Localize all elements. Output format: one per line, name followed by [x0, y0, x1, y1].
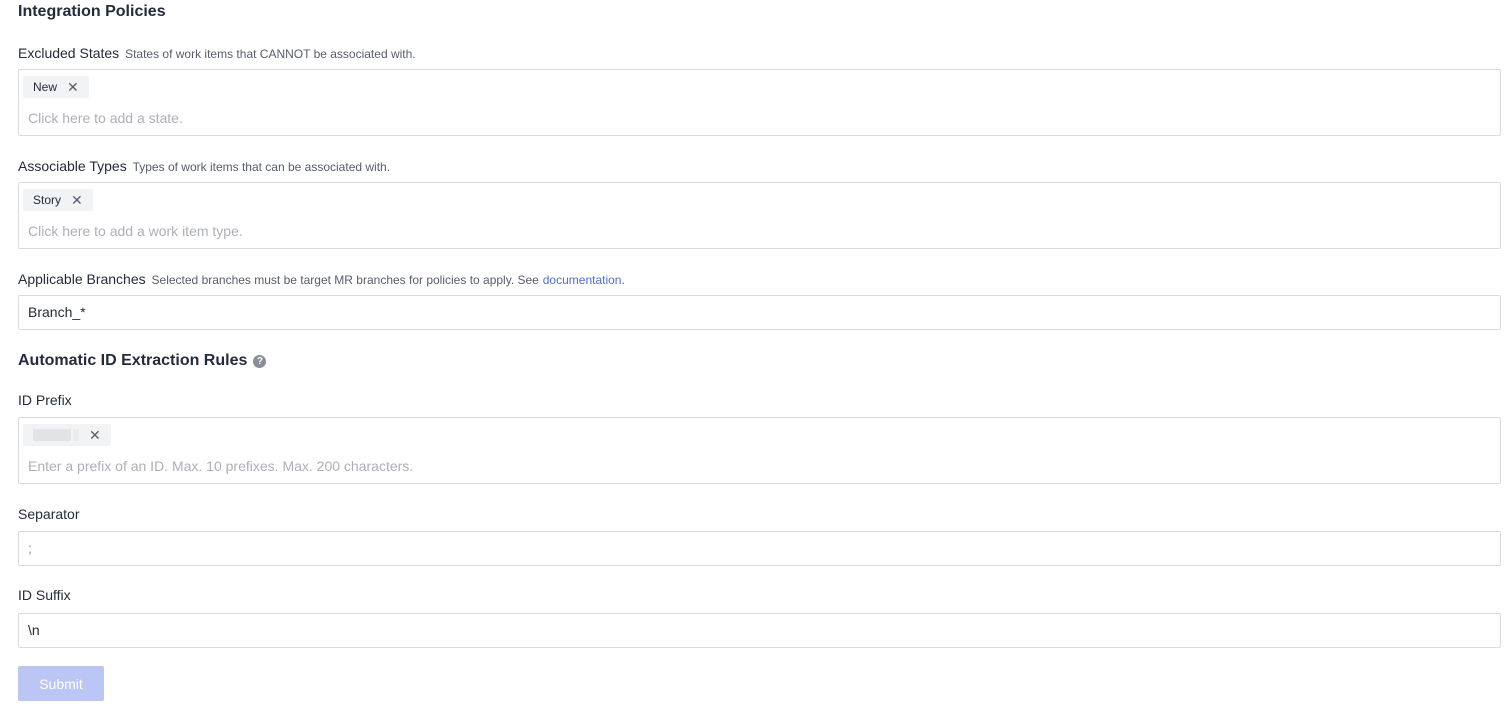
- id-suffix-label: ID Suffix: [18, 587, 71, 603]
- id-prefix-label: ID Prefix: [18, 392, 72, 408]
- associable-types-label-text: Associable Types: [18, 158, 127, 174]
- excluded-states-hint: States of work items that CANNOT be asso…: [125, 47, 416, 61]
- associable-types-label: Associable Types Types of work items tha…: [18, 158, 390, 174]
- page-title: Integration Policies: [18, 3, 166, 20]
- documentation-link[interactable]: documentation: [543, 273, 622, 287]
- excluded-states-label: Excluded States States of work items tha…: [18, 45, 416, 61]
- separator-label: Separator: [18, 506, 80, 522]
- associable-types-hint: Types of work items that can be associat…: [132, 160, 391, 174]
- redacted-tag-value-end: [73, 429, 79, 441]
- close-icon[interactable]: ✕: [71, 192, 83, 209]
- id-suffix-input[interactable]: \n: [18, 613, 1501, 648]
- id-prefix-field[interactable]: ✕ Enter a prefix of an ID. Max. 10 prefi…: [18, 417, 1501, 484]
- associable-types-field[interactable]: Story ✕ Click here to add a work item ty…: [18, 182, 1501, 249]
- applicable-branches-label: Applicable Branches Selected branches mu…: [18, 271, 625, 287]
- close-icon[interactable]: ✕: [67, 79, 79, 96]
- submit-button[interactable]: Submit: [18, 666, 104, 701]
- applicable-branches-hint-end: .: [621, 273, 625, 287]
- excluded-states-placeholder[interactable]: Click here to add a state.: [28, 110, 183, 126]
- tag-story: Story ✕: [23, 189, 93, 211]
- close-icon[interactable]: ✕: [89, 427, 101, 444]
- associable-types-placeholder[interactable]: Click here to add a work item type.: [28, 223, 243, 239]
- tag-label: Story: [33, 193, 62, 207]
- tag-label: New: [33, 80, 58, 94]
- question-circle-icon[interactable]: ?: [253, 354, 267, 368]
- applicable-branches-input[interactable]: Branch_*: [18, 295, 1501, 330]
- separator-input[interactable]: ;: [18, 531, 1501, 566]
- redacted-tag-value: [33, 429, 71, 441]
- excluded-states-label-text: Excluded States: [18, 45, 120, 61]
- extraction-rules-title: Automatic ID Extraction Rules ?: [18, 352, 267, 370]
- applicable-branches-label-text: Applicable Branches: [18, 271, 146, 287]
- excluded-states-field[interactable]: New ✕ Click here to add a state.: [18, 69, 1501, 136]
- id-prefix-placeholder[interactable]: Enter a prefix of an ID. Max. 10 prefixe…: [28, 458, 413, 474]
- applicable-branches-hint: Selected branches must be target MR bran…: [151, 273, 539, 287]
- extraction-rules-title-text: Automatic ID Extraction Rules: [18, 352, 248, 369]
- tag-prefix: ✕: [23, 424, 111, 446]
- tag-new: New ✕: [23, 76, 89, 98]
